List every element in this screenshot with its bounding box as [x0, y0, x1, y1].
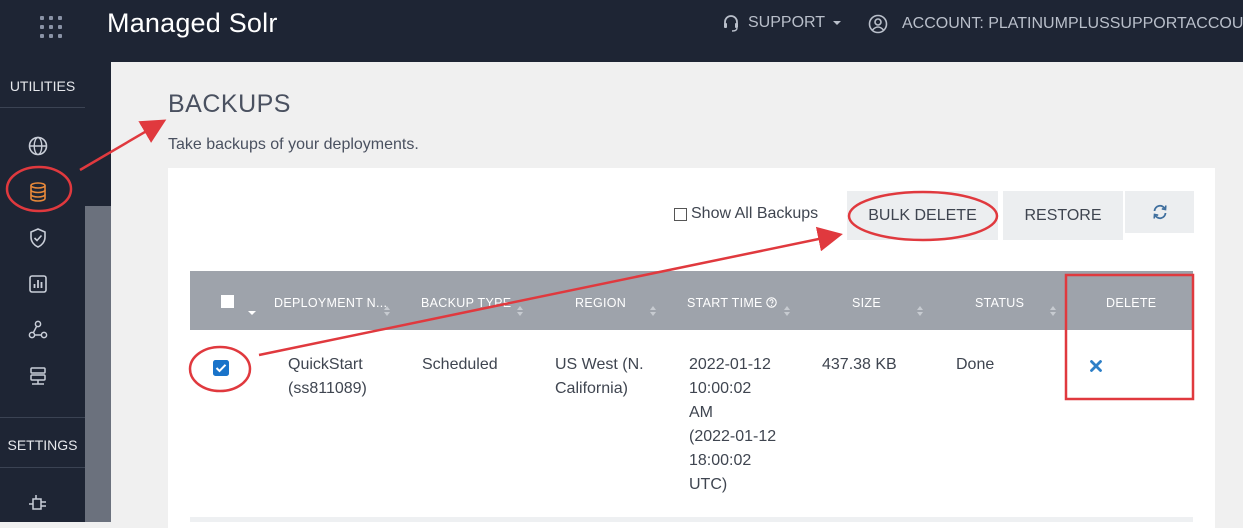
globe-icon[interactable]	[26, 134, 50, 158]
server-icon[interactable]	[26, 364, 50, 388]
sidebar-scrollbar[interactable]	[85, 62, 111, 522]
utilities-label: UTILITIES	[9, 78, 76, 94]
start-time-line: 2022-01-12	[689, 356, 771, 373]
start-time-line: AM	[689, 404, 713, 421]
column-header-start-time[interactable]: START TIME	[687, 296, 778, 310]
account-label: ACCOUNT: PLATINUMPLUSSUPPORTACCOUNT	[902, 15, 1243, 32]
cell-backup-type: Scheduled	[422, 356, 498, 373]
restore-button[interactable]: RESTORE	[1003, 191, 1123, 240]
column-header-backup-type[interactable]: BACKUP TYPE	[421, 296, 511, 310]
account-menu[interactable]: ACCOUNT: PLATINUMPLUSSUPPORTACCOUNT	[868, 14, 1243, 34]
database-icon[interactable]	[26, 180, 50, 204]
help-circle-icon[interactable]	[766, 297, 778, 308]
cell-deployment: QuickStart (ss811089)	[288, 353, 367, 401]
sort-icon[interactable]	[383, 304, 391, 318]
cell-start-time: 2022-01-12 10:00:02 AM (2022-01-12 18:00…	[689, 353, 776, 497]
page-subtitle: Take backups of your deployments.	[168, 136, 419, 153]
scrollbar-thumb[interactable]	[85, 206, 111, 522]
sidebar: UTILITIES SETTINGS	[0, 62, 85, 522]
show-all-label: Show All Backups	[691, 205, 819, 222]
network-icon[interactable]	[26, 318, 50, 342]
start-time-line: 10:00:02	[689, 380, 752, 397]
start-time-line: (2022-01-12	[689, 428, 777, 445]
start-time-label: START TIME	[687, 296, 763, 310]
select-menu-caret-icon[interactable]	[248, 311, 256, 316]
support-menu[interactable]: SUPPORT	[722, 14, 842, 32]
cell-size: 437.38 KB	[822, 356, 897, 373]
page-title: BACKUPS	[168, 90, 291, 118]
column-header-size[interactable]: SIZE	[852, 296, 881, 310]
top-bar: Managed Solr SUPPORT ACCOUNT: PLATINUMPL…	[0, 0, 1243, 62]
caret-down-icon	[833, 21, 842, 25]
headset-icon	[724, 15, 738, 32]
start-time-line: 18:00:02	[689, 452, 752, 469]
column-header-delete: DELETE	[1106, 296, 1157, 310]
column-header-region[interactable]: REGION	[575, 296, 626, 310]
sidebar-divider	[0, 107, 85, 108]
sort-icon[interactable]	[1049, 304, 1057, 318]
row-checkbox-checked[interactable]	[213, 360, 229, 376]
show-all-checkbox[interactable]	[674, 207, 687, 221]
shield-check-icon[interactable]	[26, 226, 50, 250]
sort-icon[interactable]	[783, 304, 791, 318]
plug-icon[interactable]	[26, 492, 50, 516]
cell-status: Done	[956, 356, 995, 373]
show-all-backups-toggle[interactable]: Show All Backups	[674, 205, 818, 223]
sort-icon[interactable]	[649, 304, 657, 318]
next-row-edge	[190, 517, 1193, 522]
user-circle-icon	[868, 14, 888, 34]
deployment-name: QuickStart	[288, 356, 363, 373]
sort-icon[interactable]	[916, 304, 924, 318]
column-header-deployment[interactable]: DEPLOYMENT N...	[274, 296, 387, 310]
delete-x-icon[interactable]	[1090, 360, 1102, 372]
app-title: Managed Solr	[107, 8, 278, 38]
deployment-id: (ss811089)	[288, 380, 367, 397]
region-line: US West (N.	[555, 356, 644, 373]
select-all-checkbox[interactable]	[221, 295, 234, 308]
sidebar-divider	[0, 417, 85, 418]
start-time-line: UTC)	[689, 476, 728, 493]
refresh-button[interactable]	[1125, 191, 1194, 233]
region-line: California)	[555, 380, 628, 397]
chart-icon[interactable]	[26, 272, 50, 296]
refresh-icon	[1152, 204, 1167, 220]
sort-icon[interactable]	[516, 304, 524, 318]
settings-label: SETTINGS	[7, 437, 78, 453]
support-label: SUPPORT	[748, 14, 826, 31]
column-header-status[interactable]: STATUS	[975, 296, 1024, 310]
bulk-delete-button[interactable]: BULK DELETE	[847, 191, 998, 240]
apps-grid-icon[interactable]	[38, 14, 64, 40]
cell-region: US West (N. California)	[555, 353, 644, 401]
sidebar-divider	[0, 467, 85, 468]
